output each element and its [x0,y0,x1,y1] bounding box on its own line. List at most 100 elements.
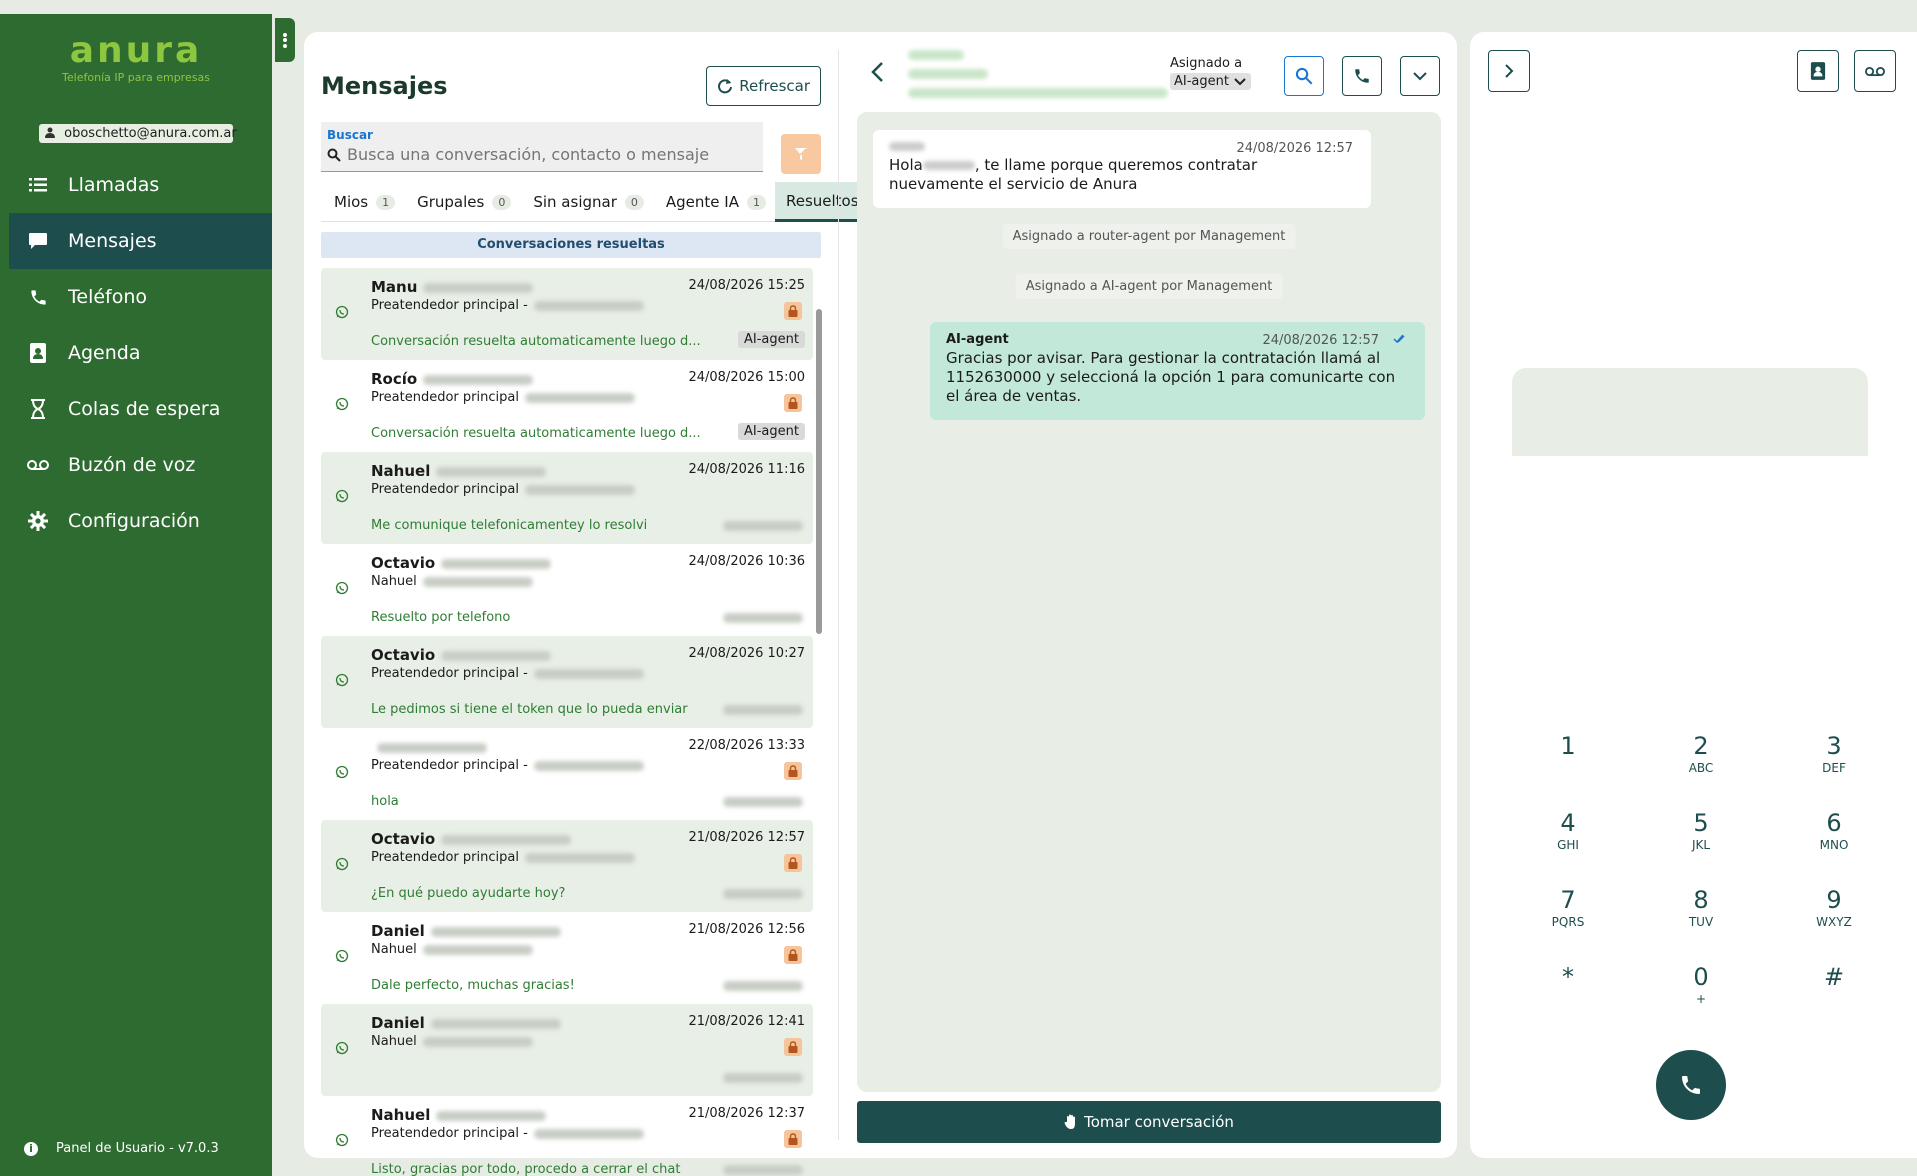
user-email-chip[interactable]: oboschetto@anura.com.ar [39,124,237,143]
take-conversation-button[interactable]: Tomar conversación [857,1101,1441,1143]
conversation-name: Daniel [371,922,561,940]
filter-off-icon [795,148,807,160]
conversation-preview: Resuelto por telefono [371,610,511,625]
agent-tag-redacted [723,981,803,991]
conversation-subtitle: Preatendedor principal - [371,1126,644,1141]
sidebar-item-llamadas[interactable]: Llamadas [0,157,272,213]
conversation-item[interactable]: Rocío Preatendedor principal 24/08/2026 15… [321,360,813,452]
phone-icon [1682,1076,1700,1094]
search-input[interactable] [347,145,747,164]
dial-key[interactable]: * [1528,963,1608,992]
dial-key[interactable]: 0 + [1661,963,1741,1006]
conversation-item[interactable]: Preatendedor principal - 22/08/2026 13:33… [321,728,813,820]
dial-digit: 0 [1693,963,1709,991]
tab-sin-asignar[interactable]: Sin asignar 0 [520,182,653,222]
whatsapp-icon [335,489,349,503]
dial-key[interactable]: 7 PQRS [1528,886,1608,929]
call-contact-button[interactable] [1342,56,1382,96]
whatsapp-icon [335,1133,349,1147]
dial-key[interactable]: 6 MNO [1794,809,1874,852]
outgoing-message: AI-agent 24/08/2026 12:57 Gracias por av… [930,322,1425,420]
voicemail-button[interactable] [1854,50,1896,92]
lock-icon [784,394,802,412]
conversation-item[interactable]: Nahuel Preatendedor principal 24/08/2026 1… [321,452,813,544]
search-icon [327,148,341,162]
dial-key[interactable]: # [1794,963,1874,992]
conversation-item[interactable]: Nahuel Preatendedor principal - 21/08/2026… [321,1096,813,1176]
clear-filter-button[interactable] [781,134,821,174]
logo-word: anura [69,30,203,71]
conversation-name: Octavio [371,554,552,572]
conversation-item[interactable]: Daniel Nahuel 21/08/2026 12:56 Dale perfect… [321,912,813,1004]
back-arrow-icon[interactable] [868,60,888,84]
dial-key[interactable]: 5 JKL [1661,809,1741,852]
refresh-icon [718,79,733,94]
conversation-preview: ¿En qué puedo ayudarte hoy? [371,886,566,901]
contacts-button[interactable] [1797,50,1839,92]
chevron-right-icon [1505,64,1514,78]
sidebar-item-telefono[interactable]: Teléfono [0,269,272,325]
sidebar-item-label: Colas de espera [68,398,221,420]
dial-letters: DEF [1822,761,1846,775]
agent-tag: AI-agent [738,331,805,348]
conversation-list-scrollbar[interactable] [816,309,822,634]
agent-tag-redacted [723,1073,803,1083]
dial-digit: 2 [1693,732,1709,760]
assignee-label: Preatendedor principal [371,390,519,405]
sidebar-item-agenda[interactable]: Agenda [0,325,272,381]
conversation-subtitle: Preatendedor principal [371,482,635,497]
dial-key[interactable]: 9 WXYZ [1794,886,1874,929]
sidebar-item-colas[interactable]: Colas de espera [0,381,272,437]
dial-letters: MNO [1819,838,1849,852]
dial-key[interactable]: 2 ABC [1661,732,1741,775]
chevron-down-icon [1413,72,1427,81]
tab-agente-ia[interactable]: Agente IA 1 [653,182,775,222]
call-button[interactable] [1656,1050,1726,1120]
conversation-item[interactable]: Octavio Nahuel 24/08/2026 10:36 Resuelto po… [321,544,813,636]
sidebar-item-mensajes[interactable]: Mensajes [9,213,272,269]
sidebar-item-buzon[interactable]: Buzón de voz [0,437,272,493]
conversation-name: Manu [371,278,534,296]
contact-name: Manu [371,278,418,296]
dial-digit: 5 [1693,809,1709,837]
chat-options-button[interactable] [1400,56,1440,96]
conversation-time: 24/08/2026 10:27 [688,646,805,661]
collapse-dialer-button[interactable] [1488,50,1530,92]
sidebar-item-label: Teléfono [68,286,148,308]
conversation-list-column: Mensajes Refrescar Buscar Mios1 Grupales… [321,50,870,1176]
sidebar-item-label: Llamadas [68,174,160,196]
version-label: Panel de Usuario - v7.0.3 [56,1141,219,1156]
dialer-display[interactable] [1512,368,1868,456]
sidebar-item-configuracion[interactable]: Configuración [0,493,272,549]
tab-count: 1 [746,194,766,210]
assigned-select[interactable]: AI-agent [1170,73,1251,90]
sidebar-item-label: Configuración [68,510,200,532]
conversation-item[interactable]: Octavio Preatendedor principal - 24/08/202… [321,636,813,728]
conversation-item[interactable]: Manu Preatendedor principal - 24/08/2026 1… [321,268,813,360]
sidebar-item-label: Buzón de voz [68,454,196,476]
whatsapp-icon [335,305,349,319]
phone-icon [26,286,50,308]
info-icon: i [24,1141,38,1156]
conversation-preview: Me comunique telefonicamentey lo resolvi [371,518,648,533]
whatsapp-icon [335,673,349,687]
conversation-subtitle: Preatendedor principal [371,390,635,405]
assignee-label: Nahuel [371,1034,417,1049]
dial-key[interactable]: 8 TUV [1661,886,1741,929]
search-field[interactable]: Buscar [321,122,763,172]
search-chat-button[interactable] [1284,56,1324,96]
tab-mios[interactable]: Mios 1 [321,182,404,222]
conversation-item[interactable]: Daniel Nahuel 21/08/2026 12:41 [321,1004,813,1096]
whatsapp-icon [335,765,349,779]
agent-tag-redacted [723,705,803,715]
dial-key[interactable]: 4 GHI [1528,809,1608,852]
sidebar-menu-toggle[interactable] [275,18,295,62]
refresh-button[interactable]: Refrescar [706,66,821,106]
tab-grupales[interactable]: Grupales 0 [404,182,520,222]
assignee-label: Preatendedor principal - [371,298,528,313]
dial-key[interactable]: 1 [1528,732,1608,761]
conversation-item[interactable]: Octavio Preatendedor principal 21/08/2026 … [321,820,813,912]
lock-icon [784,762,802,780]
tab-resueltos[interactable]: Resueltos [774,182,870,222]
dial-key[interactable]: 3 DEF [1794,732,1874,775]
